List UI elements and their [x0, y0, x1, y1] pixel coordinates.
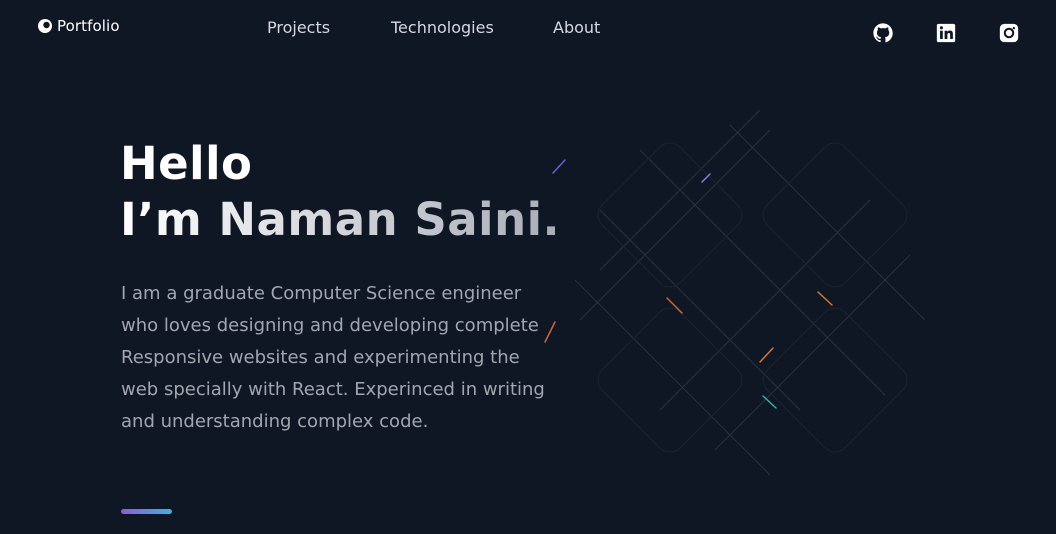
linkedin-link[interactable] — [935, 22, 957, 44]
site-header: Portfolio Projects Technologies About — [0, 0, 1056, 60]
instagram-icon — [999, 23, 1019, 43]
nav-link-projects[interactable]: Projects — [267, 18, 330, 37]
accent-divider — [121, 509, 172, 514]
logo-link[interactable]: Portfolio — [37, 17, 120, 35]
background-grid-graphic — [544, 110, 926, 476]
page: Portfolio Projects Technologies About He… — [0, 0, 1056, 534]
github-icon — [873, 23, 893, 43]
logo-label: Portfolio — [57, 17, 120, 35]
github-link[interactable] — [872, 22, 894, 44]
instagram-link[interactable] — [998, 22, 1020, 44]
hero-description: I am a graduate Computer Science enginee… — [121, 283, 545, 432]
hero-name: I’m Naman Saini. — [120, 193, 561, 246]
nav-link-technologies[interactable]: Technologies — [391, 18, 494, 37]
logo-icon — [38, 19, 52, 33]
hero-greeting: Hello — [120, 137, 253, 190]
nav-link-about[interactable]: About — [553, 18, 600, 37]
hero-title: Hello I’m Naman Saini. — [120, 136, 560, 248]
linkedin-icon — [936, 23, 956, 43]
